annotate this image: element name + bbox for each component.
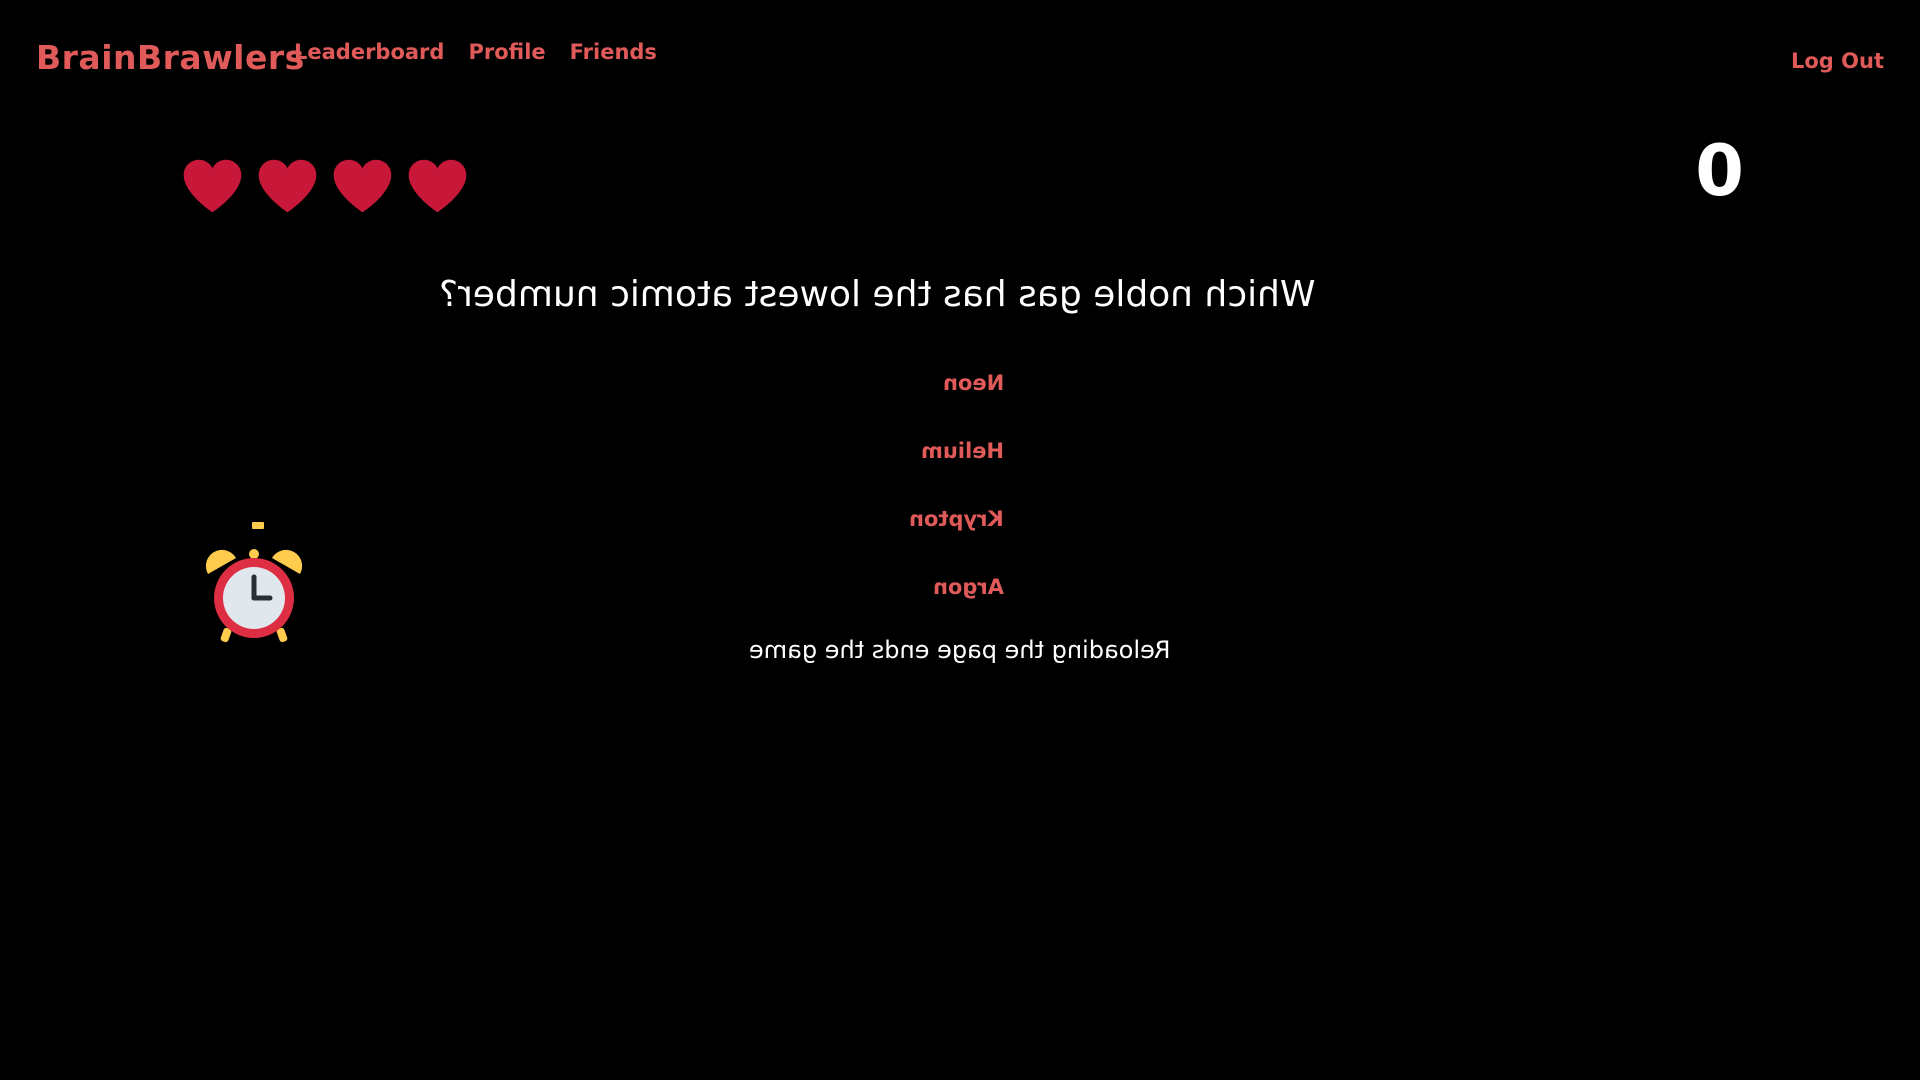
- nav-link-friends[interactable]: Friends: [570, 40, 657, 64]
- answer-list: Neon Helium Krypton Argon: [0, 370, 1004, 642]
- answer-option-krypton[interactable]: Krypton: [909, 507, 1004, 531]
- heart-icon: [407, 158, 468, 218]
- answer-option-argon[interactable]: Argon: [933, 575, 1004, 599]
- answer-option: Krypton: [0, 506, 1004, 574]
- answer-option-helium[interactable]: Helium: [921, 439, 1004, 463]
- answer-option-neon[interactable]: Neon: [943, 371, 1004, 395]
- alarm-clock-icon: [200, 518, 308, 648]
- heart-icon: [257, 158, 318, 218]
- reload-warning-text: Reloading the page ends the game: [749, 636, 1171, 664]
- nav-links: Leaderboard Profile Friends: [294, 40, 657, 64]
- question: Which noble gas has the lowest atomic nu…: [0, 274, 1920, 315]
- nav-link-profile[interactable]: Profile: [468, 40, 545, 64]
- navbar: BrainBrawlers Leaderboard Profile Friend…: [0, 0, 1920, 110]
- lives-indicator: [182, 158, 468, 218]
- heart-icon: [332, 158, 393, 218]
- answer-option: Helium: [0, 438, 1004, 506]
- game-screen: BrainBrawlers Leaderboard Profile Friend…: [0, 0, 1920, 1080]
- nav-link-leaderboard[interactable]: Leaderboard: [294, 40, 444, 64]
- score-counter: 0: [1695, 130, 1744, 212]
- logout-button[interactable]: Log Out: [1791, 49, 1884, 73]
- heart-icon: [182, 158, 243, 218]
- answer-option: Neon: [0, 370, 1004, 438]
- question-text: Which noble gas has the lowest atomic nu…: [438, 274, 1316, 315]
- answer-option: Argon: [0, 574, 1004, 642]
- brand-logo-link[interactable]: BrainBrawlers: [36, 38, 305, 77]
